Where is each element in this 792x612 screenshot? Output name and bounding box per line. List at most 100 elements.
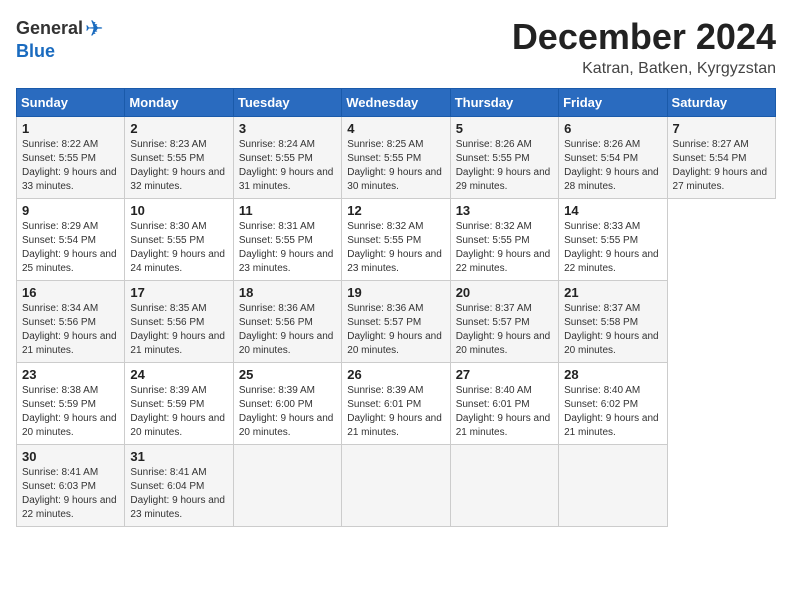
day-info: Sunrise: 8:25 AMSunset: 5:55 PMDaylight:… bbox=[347, 138, 444, 194]
day-number: 4 bbox=[347, 121, 444, 136]
calendar-cell: 19 Sunrise: 8:36 AMSunset: 5:57 PMDayligh… bbox=[342, 281, 450, 363]
day-number: 13 bbox=[456, 203, 553, 218]
calendar-cell: 3 Sunrise: 8:24 AMSunset: 5:55 PMDaylight… bbox=[233, 117, 341, 199]
calendar-cell: 24 Sunrise: 8:39 AMSunset: 5:59 PMDayligh… bbox=[125, 363, 233, 445]
location-title: Katran, Batken, Kyrgyzstan bbox=[512, 60, 776, 78]
calendar-cell: 2 Sunrise: 8:23 AMSunset: 5:55 PMDaylight… bbox=[125, 117, 233, 199]
day-info: Sunrise: 8:26 AMSunset: 5:55 PMDaylight:… bbox=[456, 138, 553, 194]
calendar-cell: 6 Sunrise: 8:26 AMSunset: 5:54 PMDaylight… bbox=[559, 117, 667, 199]
day-number: 27 bbox=[456, 367, 553, 382]
day-number: 17 bbox=[130, 285, 227, 300]
day-number: 5 bbox=[456, 121, 553, 136]
day-info: Sunrise: 8:32 AMSunset: 5:55 PMDaylight:… bbox=[456, 220, 553, 276]
calendar-cell: 30 Sunrise: 8:41 AMSunset: 6:03 PMDayligh… bbox=[17, 445, 125, 527]
day-number: 20 bbox=[456, 285, 553, 300]
calendar-cell: 26 Sunrise: 8:39 AMSunset: 6:01 PMDayligh… bbox=[342, 363, 450, 445]
day-info: Sunrise: 8:35 AMSunset: 5:56 PMDaylight:… bbox=[130, 302, 227, 358]
day-info: Sunrise: 8:29 AMSunset: 5:54 PMDaylight:… bbox=[22, 220, 119, 276]
day-number: 2 bbox=[130, 121, 227, 136]
calendar-cell: 11 Sunrise: 8:31 AMSunset: 5:55 PMDayligh… bbox=[233, 199, 341, 281]
week-row-5: 30 Sunrise: 8:41 AMSunset: 6:03 PMDayligh… bbox=[17, 445, 776, 527]
day-info: Sunrise: 8:22 AMSunset: 5:55 PMDaylight:… bbox=[22, 138, 119, 194]
day-number: 28 bbox=[564, 367, 661, 382]
day-info: Sunrise: 8:37 AMSunset: 5:57 PMDaylight:… bbox=[456, 302, 553, 358]
week-row-2: 9 Sunrise: 8:29 AMSunset: 5:54 PMDaylight… bbox=[17, 199, 776, 281]
day-info: Sunrise: 8:31 AMSunset: 5:55 PMDaylight:… bbox=[239, 220, 336, 276]
day-info: Sunrise: 8:34 AMSunset: 5:56 PMDaylight:… bbox=[22, 302, 119, 358]
logo-general: General bbox=[16, 19, 83, 39]
day-info: Sunrise: 8:37 AMSunset: 5:58 PMDaylight:… bbox=[564, 302, 661, 358]
calendar-cell: 13 Sunrise: 8:32 AMSunset: 5:55 PMDayligh… bbox=[450, 199, 558, 281]
calendar-cell bbox=[559, 445, 667, 527]
week-row-3: 16 Sunrise: 8:34 AMSunset: 5:56 PMDayligh… bbox=[17, 281, 776, 363]
day-number: 14 bbox=[564, 203, 661, 218]
calendar-cell: 27 Sunrise: 8:40 AMSunset: 6:01 PMDayligh… bbox=[450, 363, 558, 445]
day-number: 24 bbox=[130, 367, 227, 382]
header-saturday: Saturday bbox=[667, 89, 775, 117]
day-info: Sunrise: 8:38 AMSunset: 5:59 PMDaylight:… bbox=[22, 384, 119, 440]
day-number: 26 bbox=[347, 367, 444, 382]
day-info: Sunrise: 8:26 AMSunset: 5:54 PMDaylight:… bbox=[564, 138, 661, 194]
day-info: Sunrise: 8:27 AMSunset: 5:54 PMDaylight:… bbox=[673, 138, 770, 194]
day-number: 21 bbox=[564, 285, 661, 300]
logo: General ✈ Blue bbox=[16, 16, 103, 62]
calendar-cell: 17 Sunrise: 8:35 AMSunset: 5:56 PMDayligh… bbox=[125, 281, 233, 363]
calendar-cell bbox=[342, 445, 450, 527]
day-info: Sunrise: 8:40 AMSunset: 6:01 PMDaylight:… bbox=[456, 384, 553, 440]
calendar-cell: 14 Sunrise: 8:33 AMSunset: 5:55 PMDayligh… bbox=[559, 199, 667, 281]
day-number: 7 bbox=[673, 121, 770, 136]
day-info: Sunrise: 8:36 AMSunset: 5:57 PMDaylight:… bbox=[347, 302, 444, 358]
day-number: 9 bbox=[22, 203, 119, 218]
calendar-cell bbox=[450, 445, 558, 527]
header-tuesday: Tuesday bbox=[233, 89, 341, 117]
day-info: Sunrise: 8:36 AMSunset: 5:56 PMDaylight:… bbox=[239, 302, 336, 358]
month-title: December 2024 bbox=[512, 16, 776, 58]
day-info: Sunrise: 8:33 AMSunset: 5:55 PMDaylight:… bbox=[564, 220, 661, 276]
calendar-cell: 5 Sunrise: 8:26 AMSunset: 5:55 PMDaylight… bbox=[450, 117, 558, 199]
calendar-cell: 12 Sunrise: 8:32 AMSunset: 5:55 PMDayligh… bbox=[342, 199, 450, 281]
calendar-cell: 7 Sunrise: 8:27 AMSunset: 5:54 PMDaylight… bbox=[667, 117, 775, 199]
calendar-cell: 31Sunrise: 8:41 AMSunset: 6:04 PMDayligh… bbox=[125, 445, 233, 527]
day-number: 11 bbox=[239, 203, 336, 218]
day-number: 6 bbox=[564, 121, 661, 136]
calendar-cell: 28 Sunrise: 8:40 AMSunset: 6:02 PMDayligh… bbox=[559, 363, 667, 445]
day-info: Sunrise: 8:39 AMSunset: 6:01 PMDaylight:… bbox=[347, 384, 444, 440]
day-number: 31 bbox=[130, 449, 227, 464]
calendar-table: SundayMondayTuesdayWednesdayThursdayFrid… bbox=[16, 88, 776, 527]
calendar-cell: 21 Sunrise: 8:37 AMSunset: 5:58 PMDayligh… bbox=[559, 281, 667, 363]
day-number: 19 bbox=[347, 285, 444, 300]
day-number: 23 bbox=[22, 367, 119, 382]
calendar-cell: 9 Sunrise: 8:29 AMSunset: 5:54 PMDaylight… bbox=[17, 199, 125, 281]
week-row-1: 1 Sunrise: 8:22 AMSunset: 5:55 PMDaylight… bbox=[17, 117, 776, 199]
day-number: 12 bbox=[347, 203, 444, 218]
calendar-cell: 4 Sunrise: 8:25 AMSunset: 5:55 PMDaylight… bbox=[342, 117, 450, 199]
day-number: 18 bbox=[239, 285, 336, 300]
header-thursday: Thursday bbox=[450, 89, 558, 117]
calendar-cell: 23 Sunrise: 8:38 AMSunset: 5:59 PMDayligh… bbox=[17, 363, 125, 445]
day-number: 30 bbox=[22, 449, 119, 464]
calendar-cell: 18 Sunrise: 8:36 AMSunset: 5:56 PMDayligh… bbox=[233, 281, 341, 363]
day-info: Sunrise: 8:40 AMSunset: 6:02 PMDaylight:… bbox=[564, 384, 661, 440]
week-row-4: 23 Sunrise: 8:38 AMSunset: 5:59 PMDayligh… bbox=[17, 363, 776, 445]
day-info: Sunrise: 8:23 AMSunset: 5:55 PMDaylight:… bbox=[130, 138, 227, 194]
calendar-cell: 1 Sunrise: 8:22 AMSunset: 5:55 PMDaylight… bbox=[17, 117, 125, 199]
day-info: Sunrise: 8:41 AMSunset: 6:03 PMDaylight:… bbox=[22, 466, 119, 522]
page-header: General ✈ Blue December 2024 Katran, Bat… bbox=[16, 16, 776, 78]
calendar-cell: 20 Sunrise: 8:37 AMSunset: 5:57 PMDayligh… bbox=[450, 281, 558, 363]
header-friday: Friday bbox=[559, 89, 667, 117]
day-number: 10 bbox=[130, 203, 227, 218]
day-info: Sunrise: 8:39 AMSunset: 5:59 PMDaylight:… bbox=[130, 384, 227, 440]
logo-blue: Blue bbox=[16, 41, 55, 61]
day-info: Sunrise: 8:32 AMSunset: 5:55 PMDaylight:… bbox=[347, 220, 444, 276]
calendar-cell: 16 Sunrise: 8:34 AMSunset: 5:56 PMDayligh… bbox=[17, 281, 125, 363]
day-number: 3 bbox=[239, 121, 336, 136]
day-number: 25 bbox=[239, 367, 336, 382]
day-number: 1 bbox=[22, 121, 119, 136]
header-wednesday: Wednesday bbox=[342, 89, 450, 117]
calendar-cell: 25 Sunrise: 8:39 AMSunset: 6:00 PMDayligh… bbox=[233, 363, 341, 445]
logo-bird-icon: ✈ bbox=[85, 16, 103, 42]
day-info: Sunrise: 8:39 AMSunset: 6:00 PMDaylight:… bbox=[239, 384, 336, 440]
day-number: 16 bbox=[22, 285, 119, 300]
day-info: Sunrise: 8:24 AMSunset: 5:55 PMDaylight:… bbox=[239, 138, 336, 194]
calendar-cell bbox=[233, 445, 341, 527]
